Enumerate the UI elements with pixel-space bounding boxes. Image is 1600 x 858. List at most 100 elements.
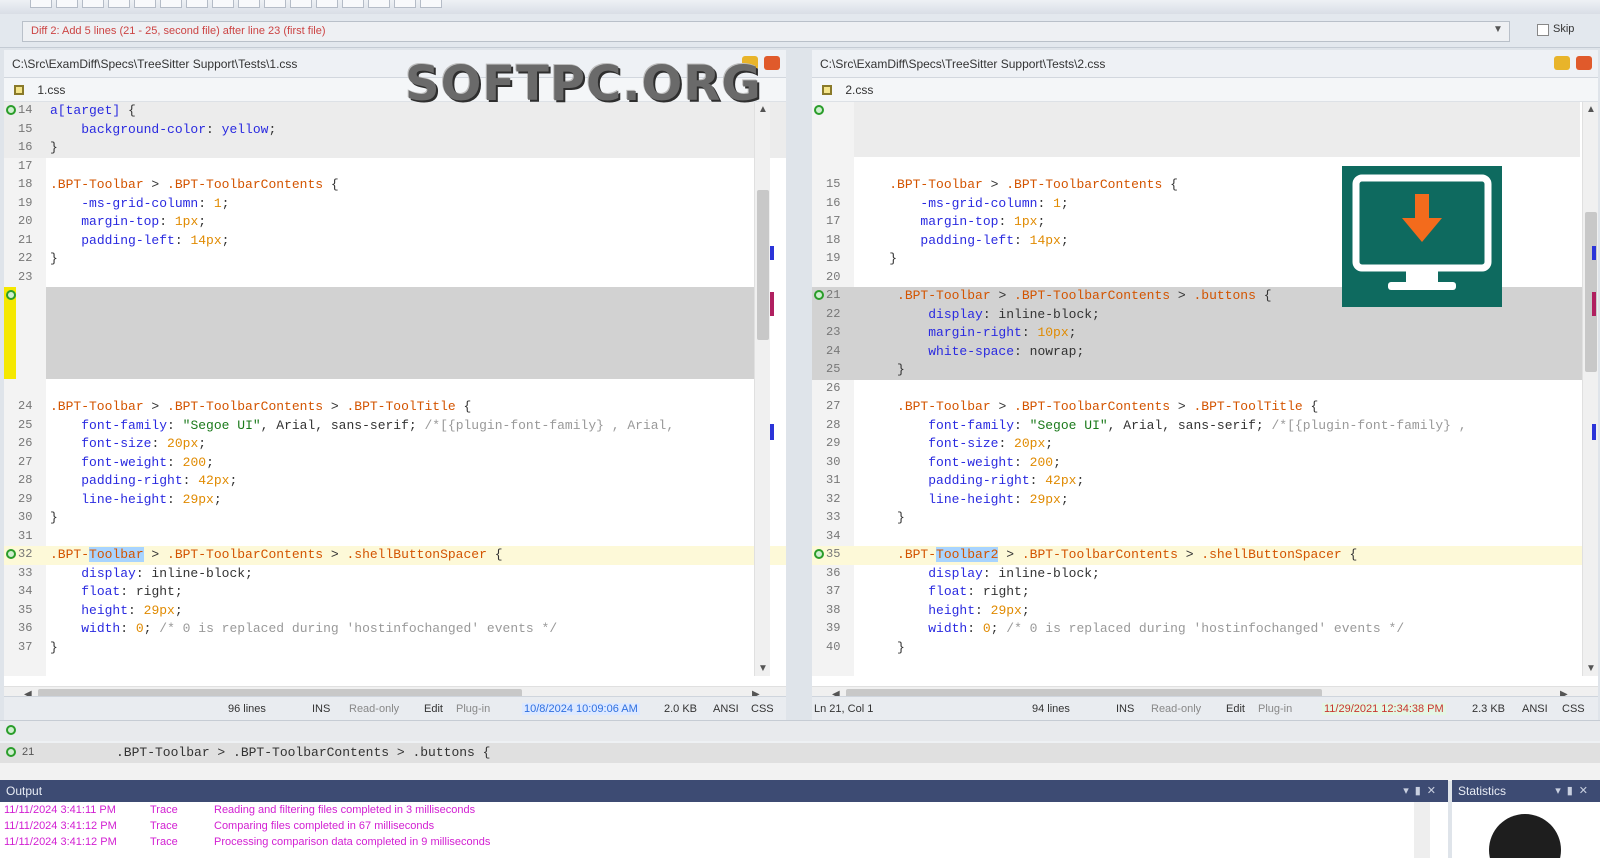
line-count: 94 lines [1032, 703, 1070, 715]
log-level: Trace [150, 820, 178, 832]
css-file-icon [822, 85, 832, 95]
edit-indicator: Edit [424, 703, 443, 715]
output-panel-header: Output ▾▮✕ [0, 780, 1448, 802]
comparison-row-left [0, 721, 1600, 741]
toolbar-button[interactable] [30, 0, 52, 8]
statistics-panel: Statistics ▾▮✕ [1452, 780, 1600, 858]
toolbar-button[interactable] [394, 0, 416, 8]
skip-checkbox[interactable] [1537, 24, 1549, 36]
diff-circle-icon [814, 549, 824, 559]
left-status-bar: 96 lines INS Read-only Edit Plug-in 10/8… [4, 696, 786, 720]
overview-mark [770, 246, 774, 260]
scroll-down-icon[interactable]: ▼ [758, 663, 768, 674]
statistics-pie-chart [1489, 814, 1561, 858]
toolbar-button[interactable] [420, 0, 442, 8]
diff-circle-icon [814, 290, 824, 300]
line-comparison-panel: 21 .BPT-Toolbar > .BPT-ToolbarContents >… [0, 720, 1600, 781]
added-line: 25 } [812, 361, 1598, 380]
toolbar-button[interactable] [290, 0, 312, 8]
log-row: 11/11/2024 3:41:11 PM Trace Reading and … [4, 804, 1404, 820]
toolbar-button[interactable] [238, 0, 260, 8]
close-icon[interactable]: ✕ [1427, 785, 1442, 797]
toolbar-button[interactable] [342, 0, 364, 8]
code-line: 17 [18, 158, 33, 173]
toolbar-button[interactable] [56, 0, 78, 8]
insert-mode: INS [1116, 703, 1135, 715]
right-vertical-scrollbar[interactable]: ▲ ▼ [1582, 102, 1598, 676]
right-path-bar: C:\Src\ExamDiff\Specs\TreeSitter Support… [812, 50, 1598, 78]
scroll-up-icon[interactable]: ▲ [1586, 104, 1596, 115]
code-line-current: 35 .BPT-Toolbar2 > .BPT-ToolbarContents … [812, 546, 1598, 565]
left-vertical-scrollbar[interactable]: ▲ ▼ [754, 102, 770, 676]
code-line: 31 padding-right: 42px; [826, 473, 1085, 488]
code-line: 37} [18, 639, 58, 655]
diff-circle-icon [6, 105, 16, 115]
close-icon[interactable]: ✕ [1579, 785, 1594, 797]
chevron-down-icon[interactable]: ▼ [1490, 24, 1506, 39]
output-title: Output [6, 784, 43, 798]
pin-icon[interactable]: ▮ [1415, 785, 1427, 797]
toolbar-button[interactable] [186, 0, 208, 8]
encoding: ANSI [713, 703, 739, 715]
code-line: 27 .BPT-Toolbar > .BPT-ToolbarContents >… [826, 399, 1319, 414]
comparison-line-number: 21 [22, 746, 35, 758]
log-message: Comparing files completed in 67 millisec… [214, 820, 435, 832]
diff-marker-bar [4, 287, 16, 379]
scroll-down-icon[interactable]: ▼ [1586, 663, 1596, 674]
code-line: 15 background-color: yellow; [4, 120, 786, 139]
file-size: 2.0 KB [664, 703, 698, 715]
toolbar-button[interactable] [212, 0, 234, 8]
code-line: 29 line-height: 29px; [18, 491, 222, 507]
diff-selector[interactable]: Diff 2: Add 5 lines (21 - 25, second fil… [22, 21, 1510, 42]
code-line: 34 [826, 528, 841, 543]
readonly-indicator: Read-only [349, 703, 400, 715]
code-line: 26 [826, 380, 841, 395]
toolbar-button[interactable] [82, 0, 104, 8]
scroll-thumb[interactable] [757, 190, 769, 340]
statistics-panel-header: Statistics ▾▮✕ [1452, 780, 1600, 802]
log-level: Trace [150, 804, 178, 816]
code-line: 36 display: inline-block; [826, 565, 1100, 581]
chevron-down-icon[interactable]: ▾ [1555, 785, 1567, 797]
log-time: 11/11/2024 3:41:12 PM [4, 820, 117, 832]
left-file-name: 1.css [37, 83, 66, 97]
code-line: 29 font-size: 20px; [826, 436, 1054, 451]
toolbar-button[interactable] [316, 0, 338, 8]
comparison-scrollbar[interactable] [0, 763, 1600, 781]
sync-icon[interactable] [764, 56, 780, 70]
file-size: 2.3 KB [1472, 703, 1506, 715]
log-row: 11/11/2024 3:41:12 PM Trace Comparing fi… [4, 820, 1404, 836]
chevron-down-icon[interactable]: ▾ [1403, 785, 1415, 797]
pane-splitter[interactable] [786, 50, 812, 720]
code-line: 23 [18, 269, 33, 284]
overview-mark [770, 292, 774, 316]
code-line: 39 width: 0; /* 0 is replaced during 'ho… [826, 621, 1405, 636]
left-file-path: C:\Src\ExamDiff\Specs\TreeSitter Support… [12, 57, 298, 71]
right-file-path: C:\Src\ExamDiff\Specs\TreeSitter Support… [820, 57, 1106, 71]
code-line: 32 line-height: 29px; [826, 491, 1069, 507]
toolbar-button[interactable] [264, 0, 286, 8]
overview-mark [770, 424, 774, 440]
toolbar-button[interactable] [134, 0, 156, 8]
code-line: 18 .BPT-Toolbar > .BPT-ToolbarContents { [18, 177, 339, 192]
log-level: Trace [150, 836, 178, 848]
cursor-position: Ln 21, Col 1 [814, 703, 874, 715]
toolbar-button[interactable] [368, 0, 390, 8]
code-line: 35 height: 29px; [18, 602, 183, 618]
file-date: 10/8/2024 10:09:06 AM [522, 703, 640, 715]
sync-icon[interactable] [1576, 56, 1592, 70]
diff-circle-icon [6, 290, 16, 300]
toolbar-button[interactable] [160, 0, 182, 8]
left-code-editor[interactable]: 14 a[target] { 15 background-color: yello… [4, 102, 786, 676]
deleted-lines-placeholder [854, 102, 1580, 157]
syntax: CSS [1562, 703, 1585, 715]
log-message: Processing comparison data completed in … [214, 836, 491, 848]
toolbar-button[interactable] [108, 0, 130, 8]
pin-icon[interactable]: ▮ [1567, 785, 1579, 797]
diff-circle-icon [6, 747, 16, 757]
code-line: 28 padding-right: 42px; [18, 473, 238, 488]
output-scrollbar[interactable] [1414, 802, 1430, 858]
right-file-tab[interactable]: 2.css [812, 78, 1598, 102]
open-folder-icon[interactable] [1554, 56, 1570, 70]
diff-circle-icon [814, 105, 824, 115]
